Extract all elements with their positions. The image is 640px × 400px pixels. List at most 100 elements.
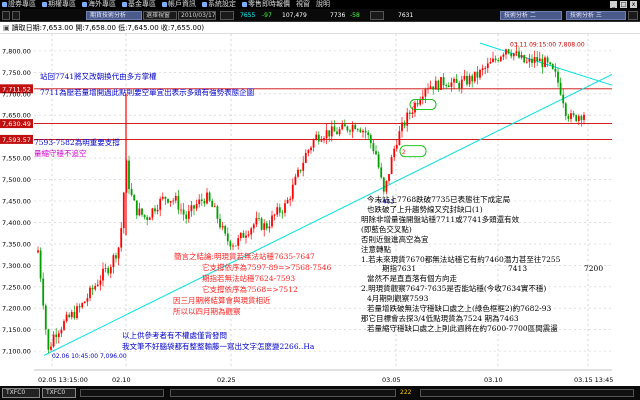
menu-securities[interactable]: 證券專區 [0, 0, 40, 9]
candle-body [369, 135, 372, 144]
date-label: 02.25 [217, 376, 236, 384]
candle-body [515, 51, 518, 54]
annotation-b14: 若量增跌破無法守穩缺口處之上(綠色框框2)約7682-93 [367, 304, 552, 313]
annotation-b12: 2.明現貨觀察7647-7635是否能站穩(今收7634實不穩) [361, 284, 547, 293]
candle-body [86, 298, 89, 302]
annotation-c6: 所以以四月期為觀察 [173, 307, 241, 316]
candle-body [167, 198, 169, 203]
menu-account[interactable]: 帳戶資訊 [160, 0, 200, 9]
close-tab-icon[interactable] [628, 11, 638, 20]
menu-window[interactable]: 視窗 [294, 0, 314, 9]
symbol-tab-2[interactable]: TXFC0 [42, 388, 76, 398]
annotation-a1: 站回7741將又改朝換代由多方掌權 [40, 72, 157, 81]
menu-label: 基金專區 [128, 0, 156, 8]
date-field[interactable]: 2010/03/17 [178, 11, 216, 20]
candle-body [440, 77, 442, 90]
maximize-button[interactable]: □ [620, 1, 627, 8]
candle-body [281, 212, 284, 214]
candle-body [546, 57, 549, 63]
symbol-box-2[interactable] [370, 11, 384, 20]
candle-body [112, 255, 115, 268]
candle-body [221, 225, 224, 228]
candle-body [476, 71, 479, 78]
candle-body [372, 143, 375, 152]
candle-body [263, 223, 266, 230]
candle-body [102, 268, 104, 281]
candle-body [250, 228, 253, 235]
candle-body [512, 53, 515, 57]
candle-body [148, 217, 151, 220]
candle-body [525, 61, 528, 63]
candle-body [393, 148, 396, 158]
candle-body [354, 124, 357, 130]
candle-body [312, 139, 315, 148]
menu-futures-options[interactable]: 期權專區 [40, 0, 80, 9]
candle-body [226, 233, 229, 242]
candle-body [252, 224, 255, 229]
candle-body [520, 55, 523, 58]
menu-help[interactable]: 說明 [314, 0, 334, 9]
date-label: 02.05 13:15:00 [38, 376, 88, 384]
close-button[interactable]: x [630, 1, 637, 8]
status-field-3 [420, 389, 634, 397]
candle-body [317, 134, 320, 142]
minimize-button[interactable]: _ [610, 1, 617, 8]
status-field-1 [80, 389, 164, 397]
chart-area[interactable]: 12 7,800.00 7,750.00 7,711.52 7,700.00 7,650… [0, 34, 624, 384]
annotation-b8: 期指7631 [382, 264, 417, 273]
ohlc-info-bar: ▣ 讀取日期:7,653.00 開:7,658.00 低:7,645.00 收:… [0, 22, 640, 34]
price-label: 7,700.00 [2, 90, 31, 98]
status-bar: TXFC0 TXFC0 222 [0, 386, 640, 400]
candle-body [479, 70, 481, 78]
annotation-b7: 1.若未來現貨7670都無法站穩它有約7460潛力甚至往7255 [361, 255, 561, 264]
price-label: 7,750.00 [2, 69, 31, 77]
candle-body [536, 57, 539, 62]
candle-body [180, 209, 182, 211]
candle-body [351, 124, 354, 132]
candle-body [141, 208, 143, 215]
candle-body [570, 113, 572, 119]
candle-body [401, 122, 403, 132]
high-price: 7736 [330, 12, 346, 19]
candle-body [411, 112, 414, 115]
annotation-a3: 7593-7582為明重要支撐 [34, 138, 120, 147]
price-label: 7,200.00 [2, 305, 31, 313]
tab-tech-analysis-3[interactable]: 技術分析 三 [566, 11, 626, 20]
page-number: 222 [400, 389, 412, 396]
candle-body [70, 311, 73, 318]
candle-body [39, 250, 42, 279]
candle-body [325, 130, 328, 139]
annotation-c5: 因三月期將結算會與現貨相近 [173, 296, 271, 305]
candle-body [200, 199, 203, 201]
symbol-tab-1[interactable]: TXFC0 [2, 388, 40, 398]
candle-body [273, 214, 276, 216]
symbol-box[interactable] [220, 11, 234, 20]
candle-body [580, 116, 583, 120]
candle-body [538, 58, 541, 62]
candle-body [408, 112, 411, 115]
candle-body [286, 199, 289, 204]
candle-body [427, 88, 429, 90]
candle-body [195, 204, 198, 209]
menu-settings[interactable]: 系統設定 [200, 0, 240, 9]
candle-body [297, 169, 299, 177]
tab-tech-analysis-2[interactable]: 技術分析 二 [500, 11, 562, 20]
window-select[interactable]: 選擇視窗 [143, 11, 177, 20]
candle-body [276, 207, 279, 215]
grid-icon[interactable] [12, 11, 20, 20]
candle-body [164, 196, 167, 199]
annotation-a4: 量縮守穩不追空 [34, 149, 87, 158]
price-label: 7,350.00 [2, 240, 31, 248]
menu-overseas[interactable]: 海外專區 [80, 0, 120, 9]
candle-body [403, 122, 406, 126]
menu-retail-quote[interactable]: 零售即時報價 [240, 0, 294, 9]
volume: 107,479 [282, 12, 307, 19]
candle-body [473, 71, 476, 82]
tab-tech-analysis[interactable]: 期貨技術分析 [86, 11, 142, 20]
candle-body [60, 329, 63, 334]
candle-body [89, 287, 91, 299]
menu-fund[interactable]: 基金專區 [120, 0, 160, 9]
date-label: 03.05 [382, 376, 401, 384]
candle-body [294, 176, 297, 185]
candle-body [518, 51, 520, 58]
